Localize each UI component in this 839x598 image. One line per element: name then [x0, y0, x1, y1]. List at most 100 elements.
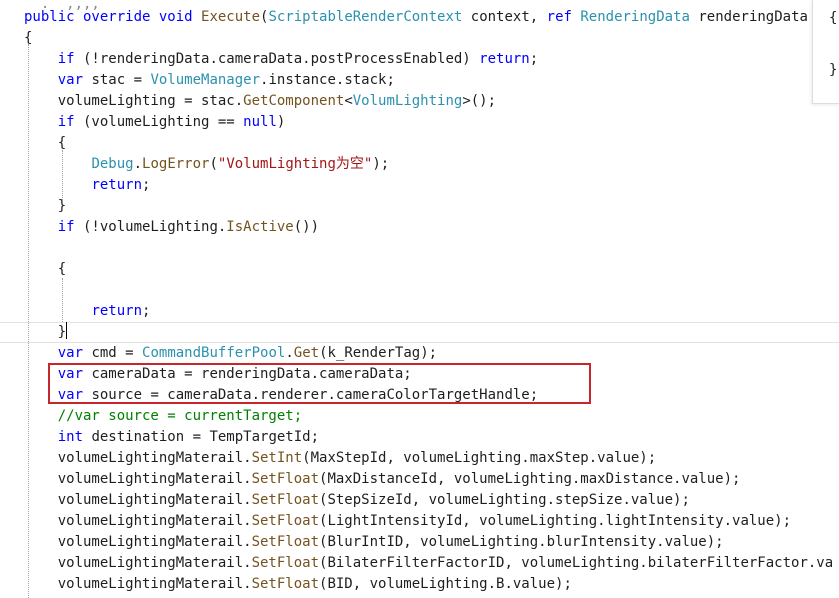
code-token: volumeLightingMaterail.: [24, 576, 252, 592]
code-token: (LightIntensityId, volumeLighting.lightI…: [319, 513, 792, 529]
code-line[interactable]: }: [24, 196, 66, 217]
code-line[interactable]: volumeLightingMaterail.SetInt(MaxStepId,…: [24, 448, 656, 469]
code-token: SetFloat: [251, 555, 320, 571]
code-token: volumeLighting = stac.: [24, 93, 244, 109]
code-line[interactable]: volumeLightingMaterail.SetFloat(BilaterF…: [24, 553, 833, 574]
code-token: return: [91, 303, 143, 319]
code-token: >();: [462, 93, 497, 109]
code-token: ;: [529, 51, 539, 67]
code-line[interactable]: if (!renderingData.cameraData.postProces…: [24, 49, 538, 70]
code-token: Get: [293, 345, 320, 361]
code-line[interactable]: volumeLightingMaterail.SetFloat(MaxDista…: [24, 469, 741, 490]
code-line[interactable]: int destination = TempTargetId;: [24, 427, 319, 448]
code-line[interactable]: }: [24, 322, 66, 343]
code-token: }: [24, 198, 67, 214]
code-token: );: [372, 156, 390, 172]
code-token: SetFloat: [251, 576, 320, 592]
highlight-annotation-box: [48, 363, 591, 404]
code-token: int: [57, 429, 84, 445]
code-token: .: [133, 156, 143, 172]
code-editor[interactable]: . ,,,, public override void Execute(Scrip…: [0, 0, 839, 598]
code-token: volumeLightingMaterail.: [24, 513, 252, 529]
code-token: .: [285, 345, 294, 361]
code-line[interactable]: //var source = currentTarget;: [24, 406, 302, 427]
code-token: cmd =: [83, 345, 143, 361]
indent-guide: [62, 150, 63, 200]
code-token: (BilaterFilterFactorID, volumeLighting.b…: [319, 555, 834, 571]
code-token: (BlurIntID, volumeLighting.blurIntensity…: [319, 534, 724, 550]
code-token: Execute: [201, 9, 261, 25]
code-line[interactable]: volumeLightingMaterail.SetFloat(BlurIntI…: [24, 532, 724, 553]
code-line[interactable]: Debug.LogError("VolumLighting为空");: [24, 154, 389, 175]
code-token: ref: [546, 9, 581, 25]
code-token: (!volumeLighting.: [74, 219, 227, 235]
code-token: (BID, volumeLighting.B.value);: [319, 576, 572, 592]
code-token: renderingData: [689, 9, 808, 25]
indent-guide: [28, 44, 29, 598]
code-token: return: [91, 177, 143, 193]
code-token: <: [344, 93, 353, 109]
code-token: volumeLightingMaterail.: [24, 555, 252, 571]
code-line[interactable]: return;: [24, 301, 150, 322]
code-token: (: [209, 156, 218, 172]
code-token: return: [479, 51, 530, 67]
code-line[interactable]: volumeLightingMaterail.SetFloat(LightInt…: [24, 511, 791, 532]
code-token: SetFloat: [251, 534, 320, 550]
line-separator: [0, 322, 839, 323]
code-line[interactable]: volumeLighting = stac.GetComponent<Volum…: [24, 91, 496, 112]
code-line[interactable]: var stac = VolumeManager.instance.stack;: [24, 70, 395, 91]
code-token: .instance.stack;: [260, 72, 395, 88]
code-token: public override void: [24, 9, 202, 25]
code-token: SetFloat: [251, 513, 320, 529]
code-token: if: [57, 219, 75, 235]
code-token: VolumLighting: [352, 93, 463, 109]
side-panel-close-brace: }: [829, 62, 838, 78]
code-line[interactable]: volumeLightingMaterail.SetFloat(BID, vol…: [24, 574, 572, 595]
side-panel-open-brace: {: [829, 10, 838, 26]
text-cursor: [66, 322, 67, 339]
code-token: ): [276, 114, 286, 130]
code-line[interactable]: if (volumeLighting == null): [24, 112, 286, 133]
code-line[interactable]: if (!volumeLighting.IsActive()): [24, 217, 319, 238]
code-token: RenderingData: [580, 9, 690, 25]
code-token: destination = TempTargetId;: [83, 429, 320, 445]
code-line[interactable]: {: [24, 133, 66, 154]
code-token: volumeLightingMaterail.: [24, 471, 252, 487]
code-token: GetComponent: [243, 93, 345, 109]
code-token: SetFloat: [251, 492, 320, 508]
code-token: {: [24, 261, 67, 277]
code-token: (k_RenderTag);: [319, 345, 438, 361]
code-line[interactable]: public override void Execute(ScriptableR…: [24, 7, 808, 28]
code-token: LogError: [142, 156, 210, 172]
code-token: context,: [462, 9, 547, 25]
side-preview-panel[interactable]: { }: [812, 0, 839, 104]
code-token: VolumeManager: [150, 72, 261, 88]
code-token: SetInt: [251, 450, 303, 466]
code-token: volumeLightingMaterail.: [24, 450, 252, 466]
code-token: //var source = currentTarget;: [24, 408, 303, 424]
code-token: (MaxStepId, volumeLighting.maxStep.value…: [302, 450, 657, 466]
code-token: if: [57, 114, 75, 130]
code-token: var: [57, 72, 84, 88]
code-line[interactable]: var cmd = CommandBufferPool.Get(k_Render…: [24, 343, 437, 364]
code-line[interactable]: {: [24, 259, 66, 280]
code-token: ;: [142, 303, 151, 319]
code-token: (volumeLighting ==: [74, 114, 244, 130]
code-token: (MaxDistanceId, volumeLighting.maxDistan…: [319, 471, 741, 487]
code-line[interactable]: return;: [24, 175, 150, 196]
code-token: (StepSizeId, volumeLighting.stepSize.val…: [319, 492, 690, 508]
code-token: }: [24, 324, 67, 340]
code-token: if: [57, 51, 75, 67]
code-line[interactable]: volumeLightingMaterail.SetFloat(StepSize…: [24, 490, 690, 511]
code-token: ;: [142, 177, 151, 193]
code-token: Debug: [91, 156, 134, 172]
